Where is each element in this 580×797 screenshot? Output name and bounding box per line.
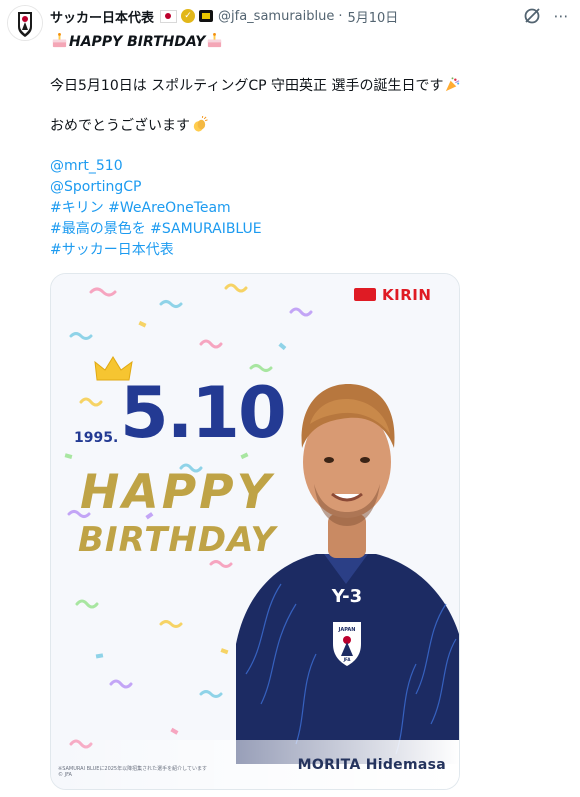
birthday-cake-icon: [52, 32, 67, 48]
separator-dot: ·: [338, 8, 343, 24]
clapping-hands-icon: [193, 116, 208, 132]
hashtag-line-1[interactable]: #キリン #WeAreOneTeam: [50, 198, 231, 218]
verified-badge-icon[interactable]: ✓: [181, 9, 196, 23]
birth-year: 1995.: [74, 430, 119, 446]
account-avatar[interactable]: [7, 5, 43, 41]
footnote-line-1: ※SAMURAI BLUEに2025年以降招集された選手を紹介しています: [58, 766, 207, 772]
tweet-headline-line: HAPPY BIRTHDAY: [50, 32, 224, 52]
mention-mrt-510[interactable]: @mrt_510: [50, 156, 123, 176]
tweet-line-1: 今日5月10日は スポルティングCP 守田英正 選手の誕生日です: [50, 76, 462, 96]
tweet-text-congrats: おめでとうございます: [50, 118, 190, 134]
birthday-cake-icon: [208, 32, 222, 48]
more-options-icon[interactable]: ⋯: [552, 8, 570, 26]
japan-flag-icon: [160, 9, 178, 23]
image-footnote: ※SAMURAI BLUEに2025年以降招集された選手を紹介しています © J…: [58, 766, 207, 778]
tweet-headline: HAPPY BIRTHDAY: [69, 34, 206, 50]
mention-sportingcp[interactable]: @SportingCP: [50, 177, 141, 197]
tweet: サッカー日本代表 ✓ @jfa_samuraiblue · 5月10日 ⋯ HA…: [0, 0, 580, 797]
jersey-text: Y-3: [331, 586, 362, 607]
tweet-text-birthday: 今日5月10日は スポルティングCP 守田英正 選手の誕生日です: [50, 78, 444, 94]
footnote-line-2: © JFA: [58, 772, 72, 778]
tweet-media-image[interactable]: KIRIN 1995. 5.10 HAPPY BIRTHDAY Y-3 JAPA…: [50, 273, 460, 790]
grok-icon[interactable]: [522, 6, 542, 26]
display-name[interactable]: サッカー日本代表: [50, 7, 154, 26]
account-handle[interactable]: @jfa_samuraiblue: [218, 9, 334, 24]
crest-text: JAPAN: [338, 627, 356, 633]
tweet-date[interactable]: 5月10日: [347, 7, 398, 26]
jfa-emblem-icon: [8, 6, 42, 40]
player-photo: Y-3 JAPAN JFA: [236, 384, 459, 764]
hashtag-line-3[interactable]: #サッカー日本代表: [50, 240, 174, 260]
kirin-mark-icon: [354, 288, 376, 301]
tweet-line-2: おめでとうございます: [50, 116, 209, 136]
party-popper-icon: [446, 77, 460, 92]
tweet-header: サッカー日本代表 ✓ @jfa_samuraiblue · 5月10日: [50, 6, 398, 26]
player-name: MORITA Hidemasa: [297, 757, 446, 773]
kirin-logo: KIRIN: [354, 286, 431, 304]
kirin-label: KIRIN: [382, 286, 432, 304]
affiliation-badge-icon[interactable]: [199, 10, 214, 22]
hashtag-line-2[interactable]: #最高の景色を #SAMURAIBLUE: [50, 219, 262, 239]
crest-sub: JFA: [343, 657, 352, 662]
